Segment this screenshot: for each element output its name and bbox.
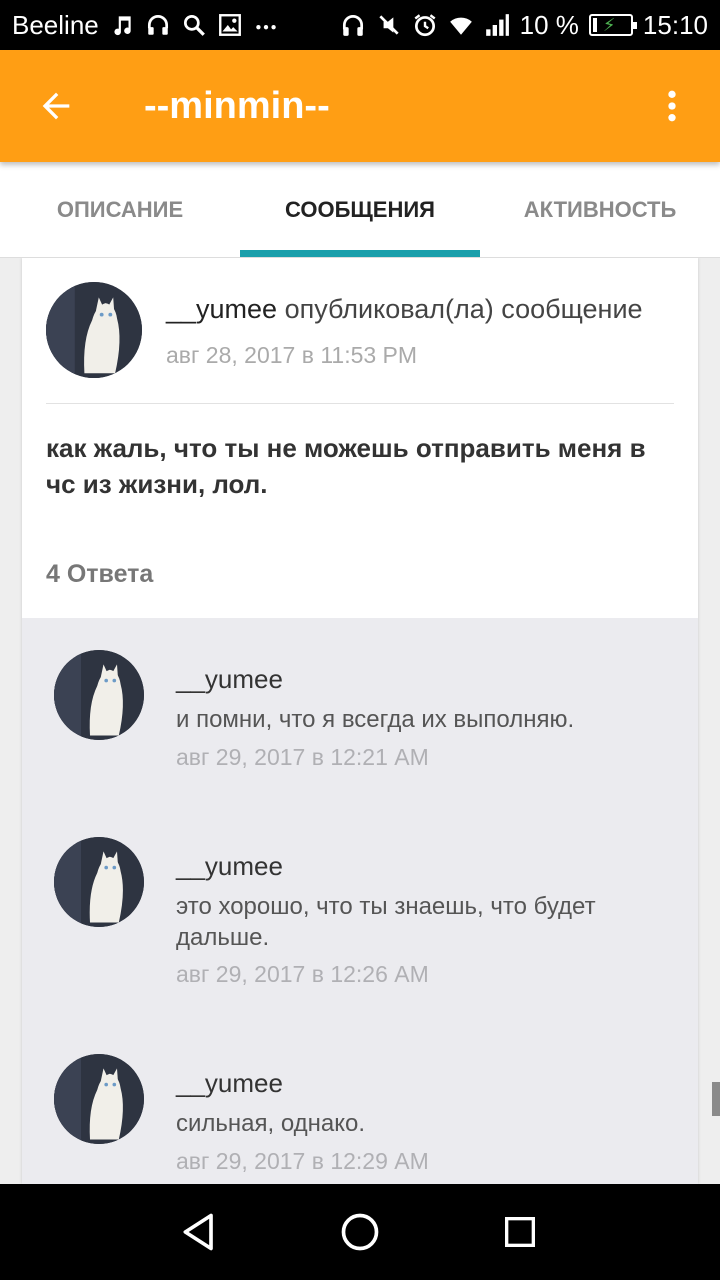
reply-text: сильная, однако. <box>176 1110 366 1137</box>
mute-icon <box>379 15 399 35</box>
nav-recents-button[interactable] <box>480 1192 560 1272</box>
cat-avatar-image <box>54 1054 144 1144</box>
status-bar-left: Beeline <box>12 10 279 41</box>
clock: 15:10 <box>642 9 708 40</box>
reply-item: __yumee и помни, что я всегда их выполня… <box>22 618 698 808</box>
overflow-menu-button[interactable] <box>624 50 720 162</box>
replies-list: __yumee и помни, что я всегда их выполня… <box>22 618 698 1184</box>
status-bar-right: 10 % ⚡ 15:10 <box>340 10 708 41</box>
post-card: __yumee опубликовал(ла) сообщение авг 28… <box>22 258 698 1184</box>
battery-icon: ⚡ <box>588 14 637 36</box>
reply-item: __yumee сильная, однако. авг 29, 2017 в … <box>22 1022 698 1184</box>
headphones-icon <box>342 14 363 36</box>
reply-author[interactable]: __yumee <box>176 851 283 882</box>
reply-text: и помни, что я всегда их выполняю. <box>176 706 575 733</box>
battery-fill <box>592 18 597 32</box>
avatar[interactable] <box>46 282 142 378</box>
music-note-icon <box>114 16 131 36</box>
reply-author[interactable]: __yumee <box>176 664 283 695</box>
image-icon <box>218 14 241 36</box>
post-action: опубликовал(ла) сообщение <box>277 294 643 324</box>
replies-count: 4 Ответа <box>46 560 154 588</box>
post-author[interactable]: __yumee <box>166 294 277 324</box>
reply-date: авг 29, 2017 в 12:21 AM <box>176 744 429 770</box>
post-author-line: __yumee опубликовал(ла) сообщение <box>166 294 643 325</box>
nav-recents-icon <box>505 1217 535 1247</box>
avatar[interactable] <box>54 650 144 740</box>
reply-text: это хорошо, что ты знаешь, что будет дал… <box>176 893 596 951</box>
tab-bar: ОПИСАНИЕ СООБЩЕНИЯ АКТИВНОСТЬ <box>0 162 720 258</box>
reply-date: авг 29, 2017 в 12:26 AM <box>176 961 429 987</box>
wifi-icon <box>449 17 472 35</box>
cat-avatar-image <box>54 837 144 927</box>
tab-description[interactable]: ОПИСАНИЕ <box>0 162 240 257</box>
signal-icon <box>485 14 509 36</box>
carrier-name: Beeline <box>12 9 99 40</box>
nav-home-button[interactable] <box>320 1192 400 1272</box>
post-date: авг 28, 2017 в 11:53 PM <box>166 342 418 368</box>
post-header: __yumee опубликовал(ла) сообщение авг 28… <box>46 282 674 382</box>
reply-author[interactable]: __yumee <box>176 1068 283 1099</box>
tab-messages[interactable]: СООБЩЕНИЯ <box>240 162 480 257</box>
avatar[interactable] <box>54 1054 144 1144</box>
cat-avatar-image <box>54 650 144 740</box>
charging-bolt-icon: ⚡ <box>602 15 616 35</box>
battery-percent: 10 % <box>519 9 579 40</box>
cat-avatar-image <box>46 282 142 378</box>
tab-activity[interactable]: АКТИВНОСТЬ <box>480 162 720 257</box>
alarm-icon <box>414 14 436 37</box>
divider <box>46 403 674 404</box>
nav-back-button[interactable] <box>160 1192 240 1272</box>
more-vert-icon <box>668 90 676 122</box>
nav-home-icon <box>341 1213 379 1251</box>
headset-icon <box>147 14 168 35</box>
arrow-back-icon <box>42 92 70 120</box>
post-text: как жаль, что ты не можешь отправить мен… <box>46 433 646 499</box>
status-bar: Beeline 10 % ⚡ 15:10 <box>0 0 720 50</box>
screen: Beeline 10 % ⚡ 15:10 --minmin-- ОПИСАНИЕ… <box>0 0 720 1280</box>
system-nav-bar <box>0 1184 720 1280</box>
nav-back-icon <box>183 1213 213 1251</box>
reply-item: __yumee это хорошо, что ты знаешь, что б… <box>22 805 698 1023</box>
more-dots-icon <box>255 25 276 30</box>
reply-date: авг 29, 2017 в 12:29 AM <box>176 1148 429 1174</box>
back-button[interactable] <box>0 50 112 162</box>
app-bar: --minmin-- <box>0 50 720 162</box>
search-icon <box>183 14 205 36</box>
page-title: --minmin-- <box>144 84 330 127</box>
scrollbar[interactable] <box>712 1082 720 1116</box>
avatar[interactable] <box>54 837 144 927</box>
